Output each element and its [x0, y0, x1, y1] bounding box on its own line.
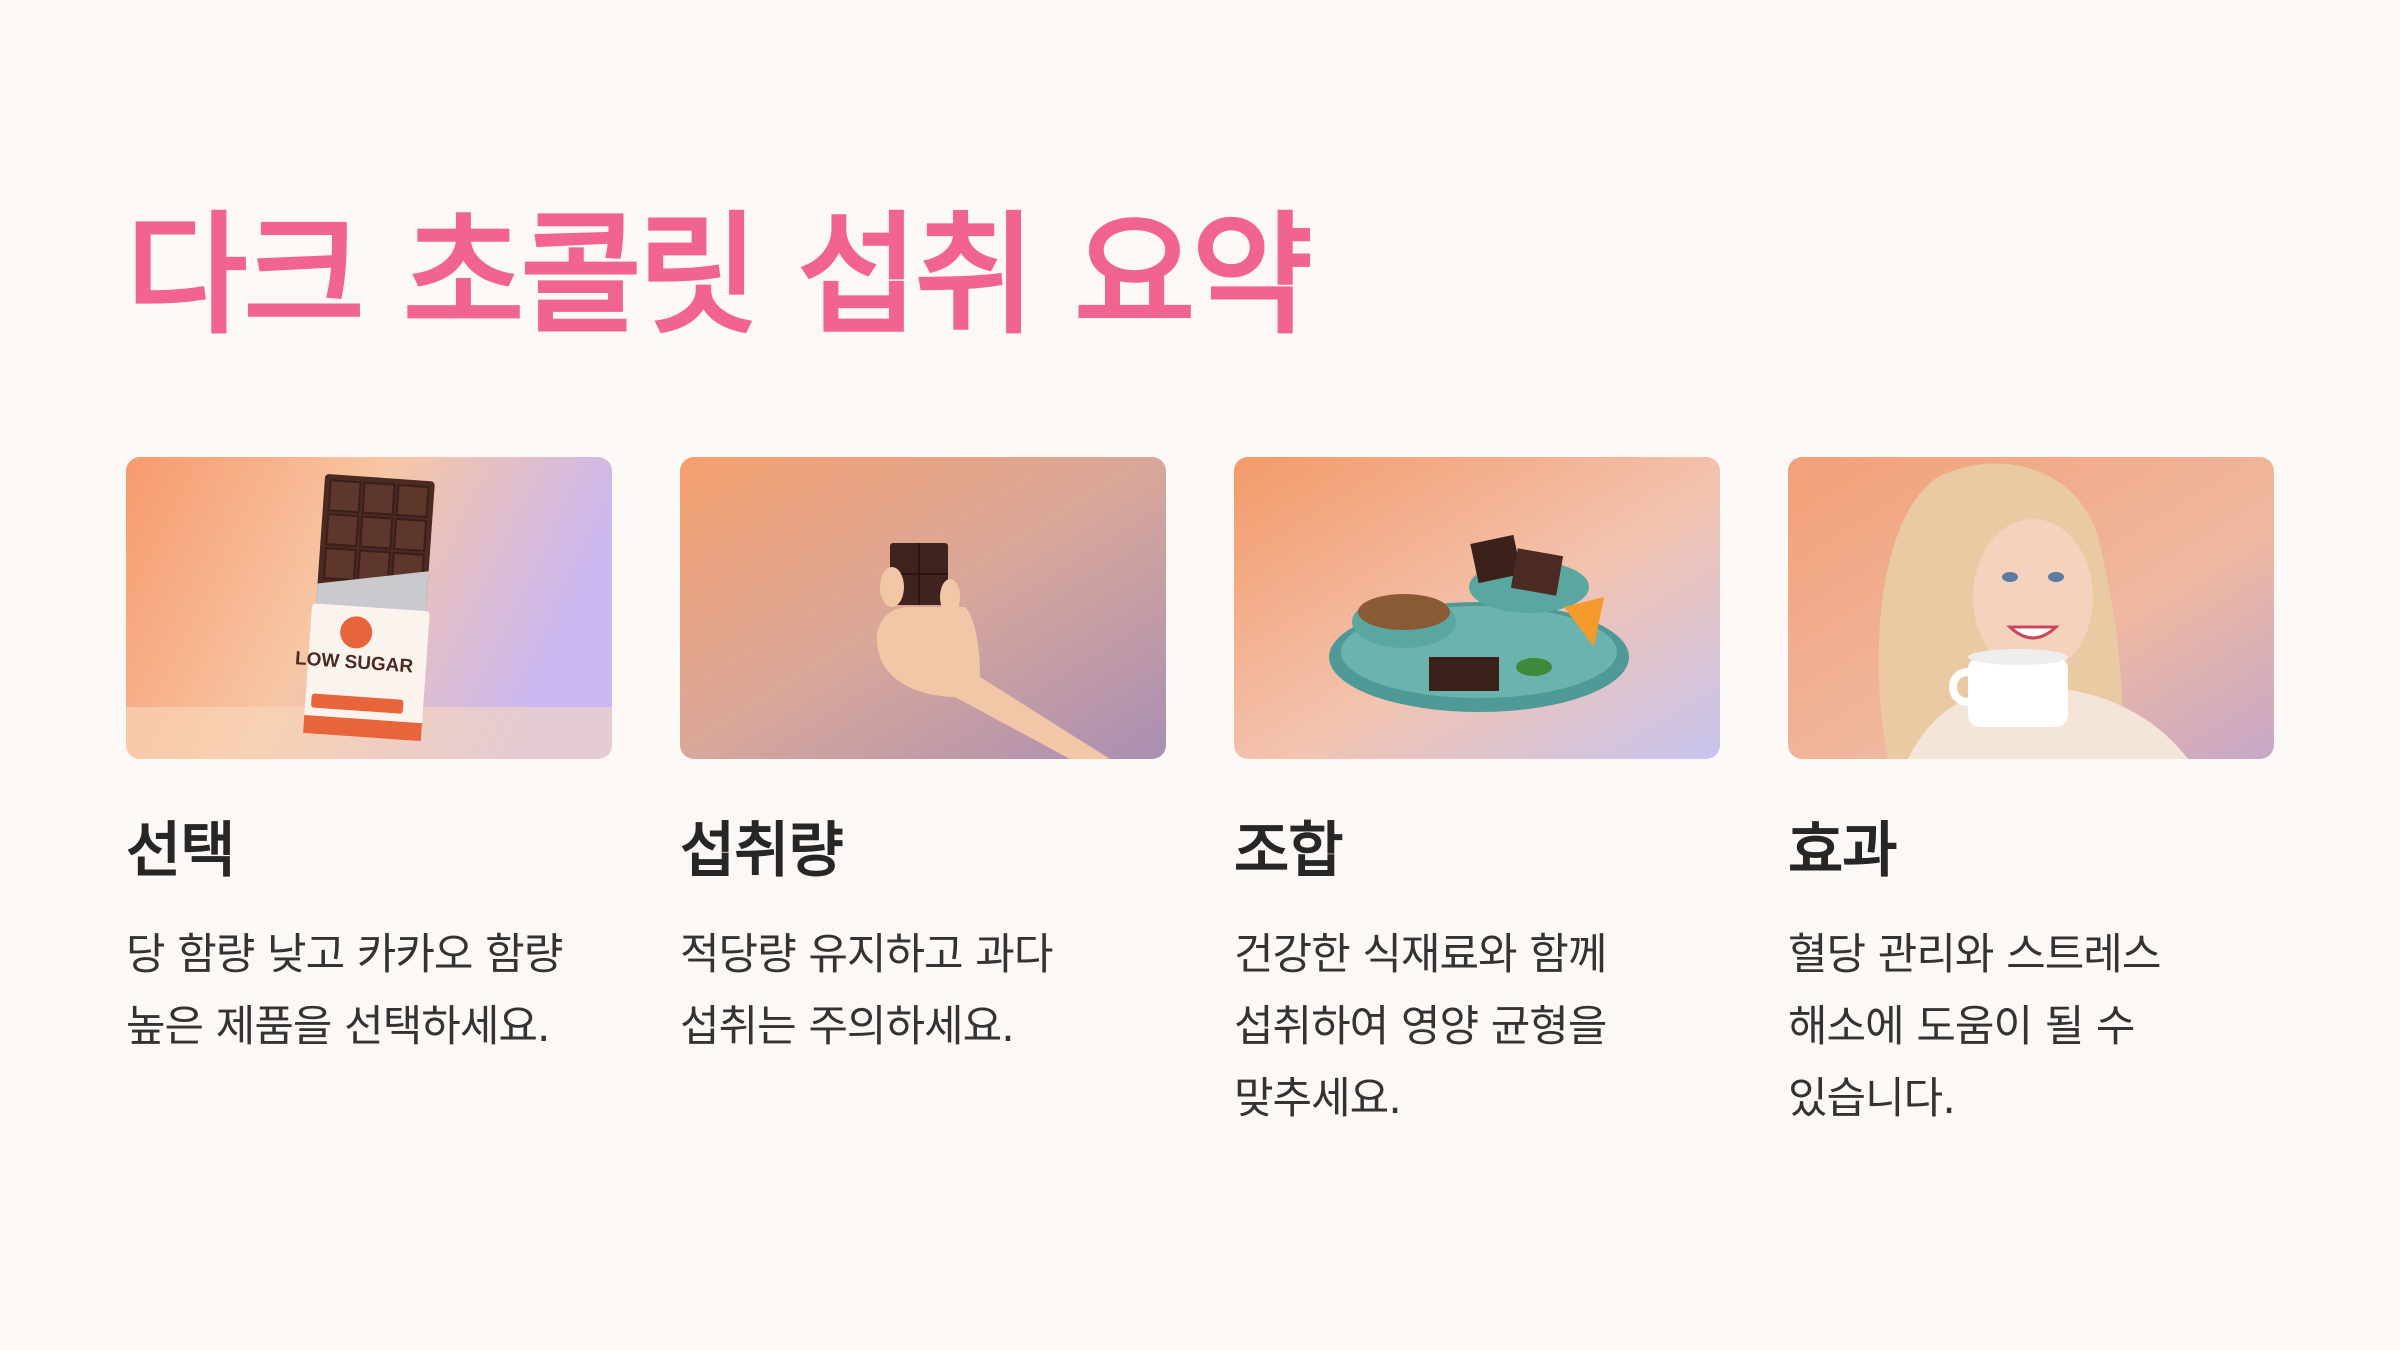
card-title: 섭취량 [680, 816, 844, 886]
card-description: 혈당 관리와 스트레스 해소에 도움이 될 수 있습니다. [1788, 930, 2161, 1124]
card-selection: LOW SUGAR 선택 당 함량 낮고 카카오 함량 높은 제품을 선택하세요… [126, 457, 612, 1052]
smiling-woman-with-cup-image [1788, 457, 2274, 759]
slide-title: 다크 초콜릿 섭취 요약 [126, 199, 1313, 353]
card-title: 조합 [1234, 816, 1343, 886]
chocolate-bar-low-sugar-image: LOW SUGAR [126, 457, 612, 759]
card-description: 적당량 유지하고 과다 섭취는 주의하세요. [680, 930, 1053, 1052]
card-title: 효과 [1788, 816, 1897, 886]
card-title: 선택 [126, 816, 235, 886]
card-amount: 섭취량 적당량 유지하고 과다 섭취는 주의하세요. [680, 457, 1166, 1052]
card-effect: 효과 혈당 관리와 스트레스 해소에 도움이 될 수 있습니다. [1788, 457, 2274, 1124]
card-description: 당 함량 낮고 카카오 함량 높은 제품을 선택하세요. [126, 930, 563, 1052]
chocolate-nuts-plate-image [1234, 457, 1720, 759]
card-description: 건강한 식재료와 함께 섭취하여 영양 균형을 맞추세요. [1234, 930, 1607, 1124]
card-combination: 조합 건강한 식재료와 함께 섭취하여 영양 균형을 맞추세요. [1234, 457, 1720, 1124]
hand-holding-chocolate-image [680, 457, 1166, 759]
